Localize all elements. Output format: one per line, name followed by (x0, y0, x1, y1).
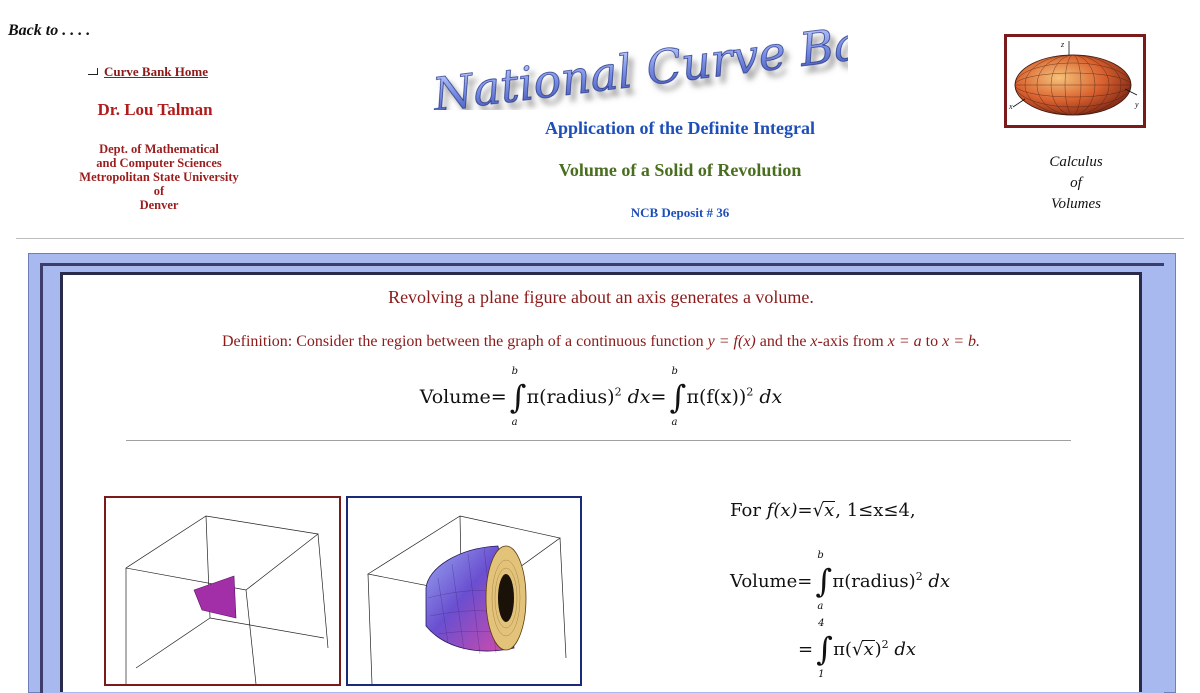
definition-lead: Definition: Consider the region between … (222, 333, 708, 350)
example-range: , 1≤x≤4, (835, 500, 916, 521)
formula-exponent: 2 (614, 385, 622, 399)
definition-to: x = b. (942, 333, 980, 350)
affiliation-line: of (153, 184, 165, 198)
author-affiliation: Dept. of Mathematical and Computer Scien… (20, 142, 298, 212)
formula-exponent: 2 (746, 385, 754, 399)
definition-text: Definition: Consider the region between … (60, 333, 1142, 351)
definition-to-word: to (921, 333, 943, 350)
author-name: Dr. Lou Talman (97, 100, 213, 119)
formula-equals-2: = (650, 386, 667, 408)
integral-lower-limit: a (671, 417, 678, 428)
integral-upper-limit: b (671, 366, 678, 377)
page-subtitle: Volume of a Solid of Revolution (558, 160, 802, 180)
formula-equals: = (490, 386, 507, 408)
caption-line: Volumes (1051, 196, 1101, 212)
volume-formula: Volume= b ∫ a π(radius)2 dx= b ∫ a π(f(x))2 dx (60, 366, 1142, 428)
plane-region-figure (104, 496, 341, 686)
affiliation-line: Metropolitan State University (79, 170, 239, 184)
integral-upper-limit: 4 (818, 618, 825, 629)
integral-sign: b ∫ a (815, 550, 833, 612)
axis-label-x: x (1008, 102, 1013, 111)
example-function-line: For f(x)=√x, 1≤x≤4, (730, 500, 916, 521)
deposit-number: NCB Deposit # 36 (630, 205, 730, 220)
example-radicand: x (863, 639, 874, 660)
example-term2-close: ) (874, 639, 882, 660)
example-volume-line: Volume= b ∫ a π(radius)2 dx (730, 550, 951, 612)
formula-lhs: Volume (419, 386, 491, 408)
example-volume-lhs: Volume (730, 571, 798, 592)
header-divider (16, 238, 1184, 239)
example-for: For (730, 500, 767, 521)
definition-mid2: -axis from (817, 333, 888, 350)
integral-upper-limit: b (817, 550, 824, 561)
back-to-label: Back to . . . . (8, 22, 91, 39)
integral-sign: 4 ∫ 1 (816, 618, 833, 680)
check-mark-icon (88, 67, 98, 75)
axis-label-z: z (1060, 40, 1065, 49)
integral-sign: b ∫ a (669, 366, 687, 428)
intro-text: Revolving a plane figure about an axis g… (388, 287, 814, 307)
definition-axis: x (810, 333, 818, 350)
example-exponent: 2 (915, 570, 923, 583)
formula-dx: dx (627, 386, 651, 408)
example-fx: f(x) (766, 500, 798, 521)
integral-upper-limit: b (511, 366, 519, 377)
example-dx: dx (928, 571, 951, 592)
example-equals: = (797, 500, 813, 521)
page-title: Application of the Definite Integral (545, 118, 815, 138)
affiliation-line: Dept. of Mathematical (99, 142, 219, 156)
definition-mid: and the (755, 333, 811, 350)
formula-term2: π(f(x)) (686, 386, 747, 408)
curve-bank-home-link[interactable]: Curve Bank Home (104, 64, 208, 80)
integral-lower-limit: a (817, 601, 824, 612)
logo-wordmark: National Curve Bank (429, 28, 848, 110)
solid-of-revolution-figure (346, 496, 582, 686)
example-substituted-line: = 4 ∫ 1 π(√x)2 dx (798, 618, 917, 680)
example-equals: = (798, 639, 814, 660)
example-equals: = (797, 571, 813, 592)
section-divider (126, 440, 1071, 441)
caption-line: Calculus (1049, 154, 1103, 170)
definition-function: y = f(x) (707, 333, 756, 350)
example-exponent: 2 (881, 638, 889, 651)
affiliation-line: and Computer Sciences (96, 156, 222, 170)
integral-lower-limit: a (511, 417, 518, 428)
affiliation-line: Denver (139, 198, 179, 212)
national-curve-bank-logo: National Curve Bank (428, 28, 848, 110)
formula-term1: π(radius) (526, 386, 615, 408)
example-term1: π(radius) (832, 571, 916, 592)
caption-line: of (1070, 175, 1082, 191)
integral-sign: b ∫ a (509, 366, 527, 428)
example-term2-open: π( (833, 639, 852, 660)
thumbnail-caption: Calculus of Volumes (996, 152, 1156, 215)
definition-from: x = a (887, 333, 922, 350)
ellipsoid-thumbnail[interactable]: z x y (1004, 34, 1146, 128)
example-dx: dx (894, 639, 917, 660)
home-nav: Curve Bank Home (88, 64, 208, 80)
axis-label-y: y (1134, 100, 1139, 109)
example-radicand: x (824, 500, 835, 521)
formula-dx: dx (759, 386, 783, 408)
